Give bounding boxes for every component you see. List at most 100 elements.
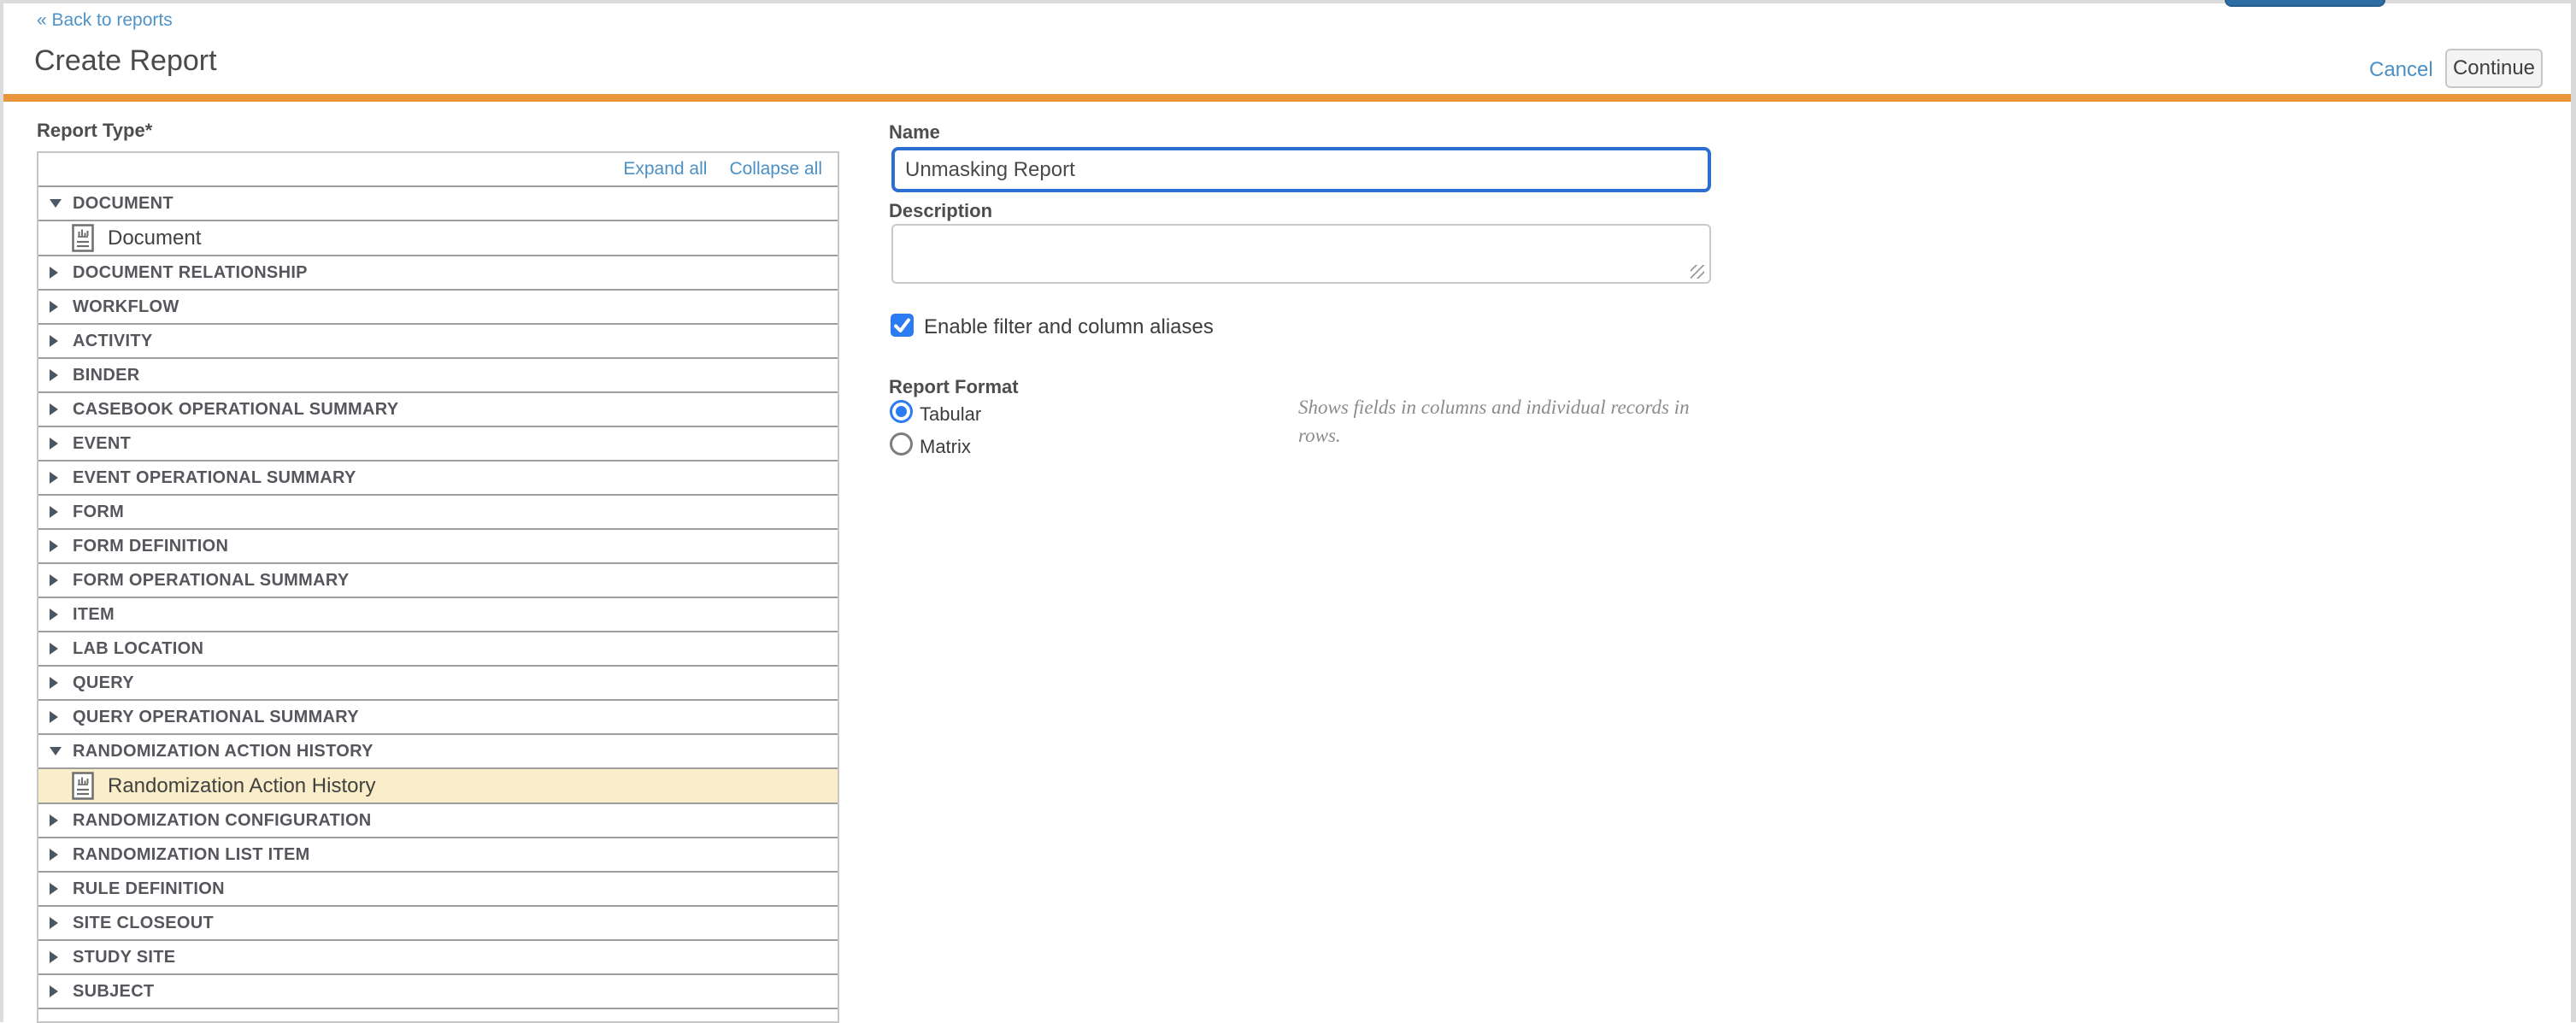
page-right-scroll-strip: [2571, 0, 2576, 1022]
caret-right-icon[interactable]: [50, 609, 58, 620]
radio-tabular[interactable]: [890, 400, 913, 423]
radio-matrix[interactable]: [890, 432, 913, 456]
back-to-reports-link[interactable]: « Back to reports: [37, 10, 173, 31]
tree-header-label: EVENT OPERATIONAL SUMMARY: [73, 468, 356, 488]
tree-header-row[interactable]: SUBJECT: [38, 975, 838, 1009]
tree-header-label: DOCUMENT RELATIONSHIP: [73, 263, 308, 283]
tree-header-label: QUERY OPERATIONAL SUMMARY: [73, 708, 359, 727]
caret-right-icon[interactable]: [50, 985, 58, 997]
caret-right-icon[interactable]: [50, 438, 58, 450]
tree-child-row[interactable]: Randomization Action History: [38, 769, 838, 804]
tree-header-row[interactable]: DOCUMENT: [38, 187, 838, 221]
tree-header-row[interactable]: ITEM: [38, 598, 838, 632]
tree-child-label: Randomization Action History: [108, 774, 375, 798]
tree-header-label: SUBJECT: [73, 982, 154, 1002]
tree-header-label: BINDER: [73, 366, 139, 385]
tree-header-label: RANDOMIZATION LIST ITEM: [73, 845, 310, 865]
header-divider-bar: [3, 94, 2571, 102]
tree-header-row[interactable]: FORM DEFINITION: [38, 530, 838, 564]
caret-right-icon[interactable]: [50, 677, 58, 689]
caret-right-icon[interactable]: [50, 472, 58, 484]
caret-right-icon[interactable]: [50, 301, 58, 313]
radio-matrix-label[interactable]: Matrix: [920, 436, 971, 458]
tree-header-row[interactable]: EVENT: [38, 427, 838, 462]
tree-header-row[interactable]: CASEBOOK OPERATIONAL SUMMARY: [38, 393, 838, 427]
caret-right-icon[interactable]: [50, 711, 58, 723]
report-type-label: Report Type*: [37, 120, 152, 142]
tree-header-label: EVENT: [73, 434, 131, 454]
report-document-icon: [72, 772, 94, 800]
tree-header-label: ITEM: [73, 605, 115, 625]
tree-header-label: QUERY: [73, 673, 134, 693]
caret-right-icon[interactable]: [50, 506, 58, 518]
tree-rows: DOCUMENT Document DOCUMENT RELATIONSHIP WOR…: [38, 187, 838, 1009]
caret-right-icon[interactable]: [50, 917, 58, 929]
tree-header-row[interactable]: FORM: [38, 496, 838, 530]
tree-header-label: STUDY SITE: [73, 948, 175, 967]
collapse-all-link[interactable]: Collapse all: [729, 159, 822, 179]
tree-child-row[interactable]: Document: [38, 221, 838, 256]
tree-header-label: FORM: [73, 503, 124, 522]
tree-header-row[interactable]: BINDER: [38, 359, 838, 393]
report-format-label: Report Format: [889, 376, 1019, 398]
tree-header-row[interactable]: RULE DEFINITION: [38, 873, 838, 907]
continue-button[interactable]: Continue: [2445, 49, 2543, 88]
tree-header-label: DOCUMENT: [73, 194, 173, 214]
tree-header-label: FORM DEFINITION: [73, 537, 228, 556]
tree-header-row[interactable]: RANDOMIZATION LIST ITEM: [38, 838, 838, 873]
tree-header-row[interactable]: QUERY: [38, 667, 838, 701]
caret-right-icon[interactable]: [50, 643, 58, 655]
checkmark-icon: [891, 314, 914, 337]
tree-header-label: CASEBOOK OPERATIONAL SUMMARY: [73, 400, 398, 420]
name-input[interactable]: [891, 147, 1711, 192]
caret-right-icon[interactable]: [50, 951, 58, 963]
tree-header-label: WORKFLOW: [73, 297, 179, 317]
tree-header-row[interactable]: LAB LOCATION: [38, 632, 838, 667]
page-top-edge: [0, 0, 2576, 3]
tree-header-row[interactable]: STUDY SITE: [38, 941, 838, 975]
tree-header-row[interactable]: EVENT OPERATIONAL SUMMARY: [38, 462, 838, 496]
caret-right-icon[interactable]: [50, 814, 58, 826]
expand-all-link[interactable]: Expand all: [623, 159, 707, 179]
page-title: Create Report: [34, 44, 217, 78]
enable-aliases-checkbox[interactable]: [891, 314, 914, 337]
tree-header-label: RANDOMIZATION ACTION HISTORY: [73, 742, 373, 761]
tree-header-label: RULE DEFINITION: [73, 879, 225, 899]
page-left-edge: [0, 0, 3, 1022]
tree-header-label: FORM OPERATIONAL SUMMARY: [73, 571, 350, 591]
tree-header-label: RANDOMIZATION CONFIGURATION: [73, 811, 372, 831]
top-partial-tab: [2225, 0, 2385, 7]
radio-tabular-label[interactable]: Tabular: [920, 403, 981, 426]
tree-header-row[interactable]: FORM OPERATIONAL SUMMARY: [38, 564, 838, 598]
tree-header-label: SITE CLOSEOUT: [73, 914, 214, 933]
caret-right-icon[interactable]: [50, 267, 58, 279]
format-hint-text: Shows fields in columns and individual r…: [1298, 393, 1719, 450]
name-label: Name: [889, 121, 940, 144]
tree-header-row[interactable]: DOCUMENT RELATIONSHIP: [38, 256, 838, 291]
caret-right-icon[interactable]: [50, 403, 58, 415]
tree-header-row[interactable]: QUERY OPERATIONAL SUMMARY: [38, 701, 838, 735]
description-label: Description: [889, 200, 992, 222]
caret-right-icon[interactable]: [50, 335, 58, 347]
tree-toolbar: Expand all Collapse all: [38, 153, 838, 187]
description-textarea[interactable]: [891, 224, 1711, 284]
tree-header-row[interactable]: WORKFLOW: [38, 291, 838, 325]
tree-header-row[interactable]: SITE CLOSEOUT: [38, 907, 838, 941]
tree-child-label: Document: [108, 226, 201, 250]
tree-header-row[interactable]: RANDOMIZATION CONFIGURATION: [38, 804, 838, 838]
report-type-tree-panel: Expand all Collapse all DOCUMENT Document…: [37, 151, 839, 1023]
tree-header-row[interactable]: ACTIVITY: [38, 325, 838, 359]
caret-right-icon[interactable]: [50, 574, 58, 586]
caret-right-icon[interactable]: [50, 883, 58, 895]
caret-right-icon[interactable]: [50, 369, 58, 381]
caret-down-icon[interactable]: [50, 747, 62, 755]
enable-aliases-label: Enable filter and column aliases: [924, 315, 1214, 339]
caret-right-icon[interactable]: [50, 849, 58, 861]
tree-header-label: LAB LOCATION: [73, 639, 203, 659]
tree-header-row[interactable]: RANDOMIZATION ACTION HISTORY: [38, 735, 838, 769]
caret-down-icon[interactable]: [50, 199, 62, 208]
tree-header-label: ACTIVITY: [73, 332, 153, 351]
report-document-icon: [72, 224, 94, 252]
caret-right-icon[interactable]: [50, 540, 58, 552]
cancel-link[interactable]: Cancel: [2369, 58, 2433, 82]
